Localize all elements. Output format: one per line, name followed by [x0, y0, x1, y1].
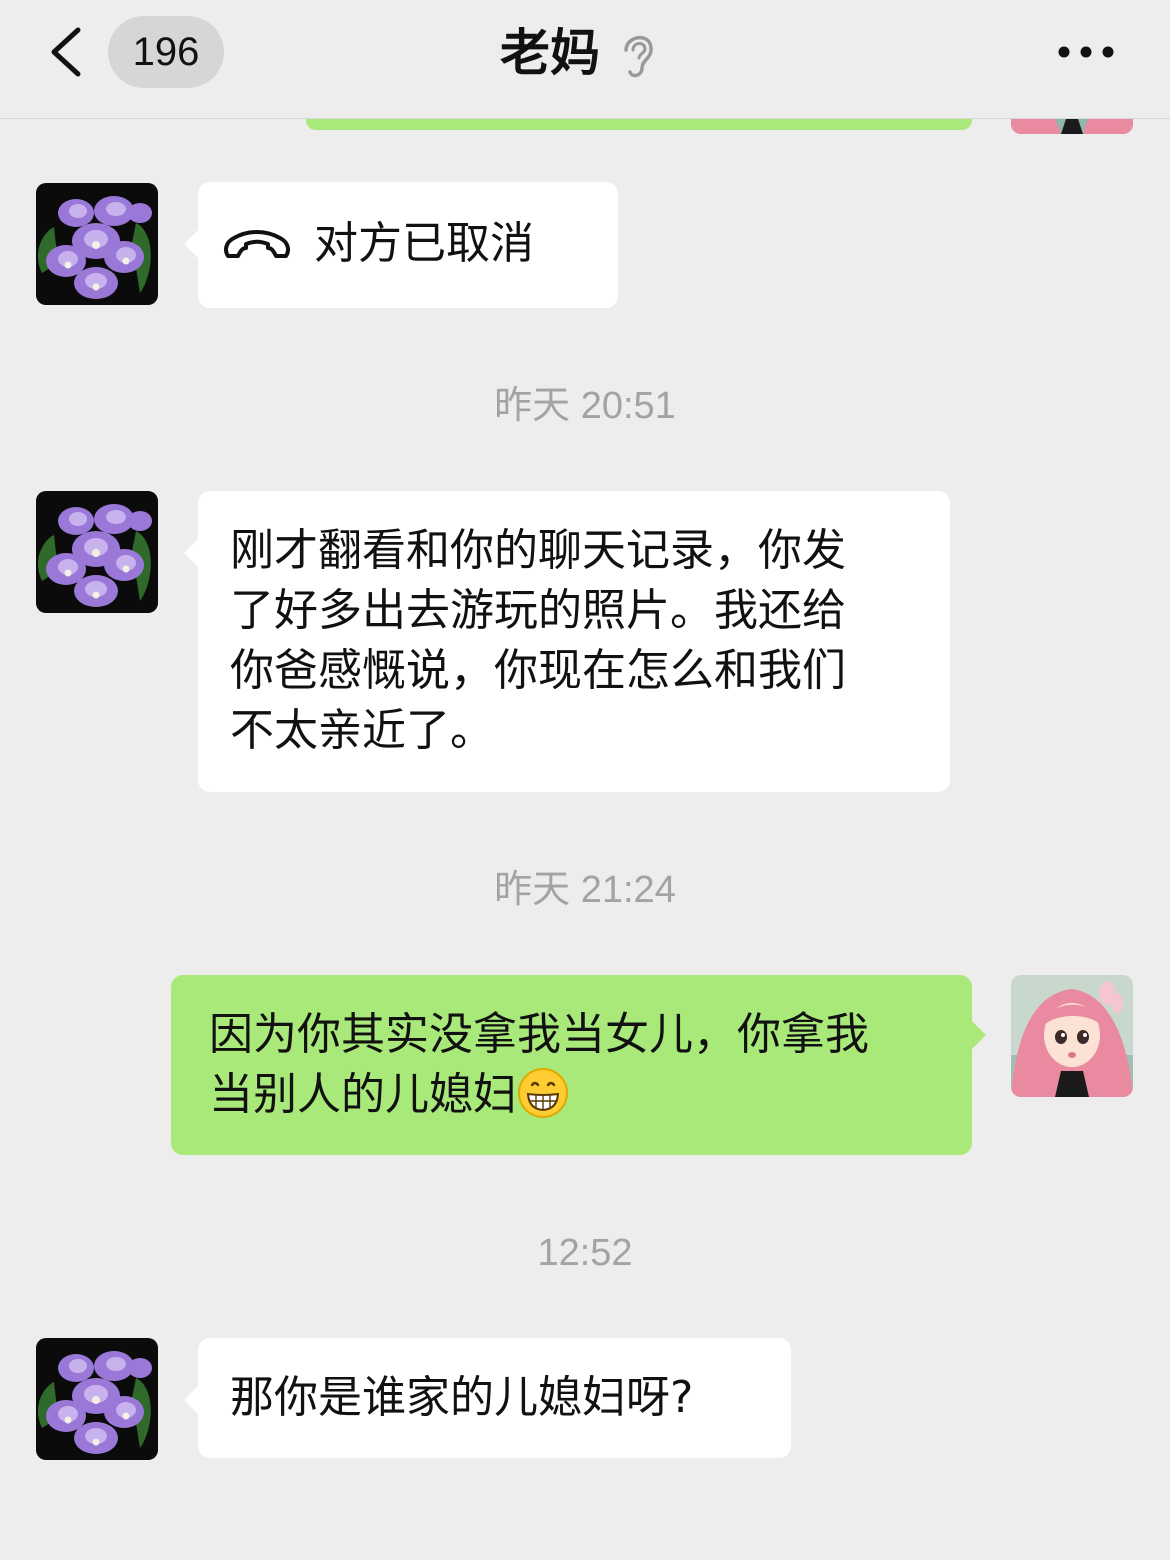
message-text-line: 你爸感慨说，你现在怎么和我们 [230, 645, 846, 696]
message-bubble-incoming[interactable]: 那你是谁家的儿媳妇呀? [184, 1338, 791, 1458]
avatar-mom[interactable] [36, 183, 158, 305]
more-options-button[interactable] [1054, 36, 1118, 68]
call-status-text: 对方已取消 [314, 218, 534, 269]
message-text-line: 不太亲近了。 [230, 705, 494, 756]
chat-header: 196 老妈 [0, 0, 1170, 119]
message-timestamp: 昨天 21:24 [494, 869, 676, 911]
message-text-line: 了好多出去游玩的照片。我还给 [230, 585, 846, 636]
message-bubble-outgoing[interactable]: 因为你其实没拿我当女儿，你拿我 当别人的儿媳妇 [171, 975, 986, 1155]
message-bubble-incoming[interactable]: 刚才翻看和你的聊天记录，你发 了好多出去游玩的照片。我还给 你爸感慨说，你现在怎… [184, 491, 950, 792]
message-bubble-incoming[interactable]: 对方已取消 [184, 182, 618, 308]
avatar-mom[interactable] [36, 491, 158, 613]
message-text: 那你是谁家的儿媳妇呀? [230, 1372, 694, 1423]
message-text-line: 刚才翻看和你的聊天记录，你发 [230, 525, 846, 576]
grin-emoji [518, 1068, 568, 1118]
ear-icon [618, 28, 658, 80]
phone-hangup-icon [224, 230, 290, 258]
message-text-line: 因为你其实没拿我当女儿，你拿我 [209, 1009, 869, 1060]
chat-title: 老妈 [500, 24, 600, 82]
message-text-line: 当别人的儿媳妇 [209, 1069, 517, 1120]
chevron-left-icon [51, 27, 81, 77]
avatar-self[interactable] [1011, 975, 1133, 1097]
unread-count-badge[interactable]: 196 [108, 16, 224, 88]
back-button[interactable] [42, 22, 94, 82]
message-timestamp: 12:52 [537, 1232, 633, 1274]
more-dots-icon [1058, 46, 1114, 58]
avatar-mom[interactable] [36, 1338, 158, 1460]
message-timestamp: 昨天 20:51 [494, 385, 676, 427]
